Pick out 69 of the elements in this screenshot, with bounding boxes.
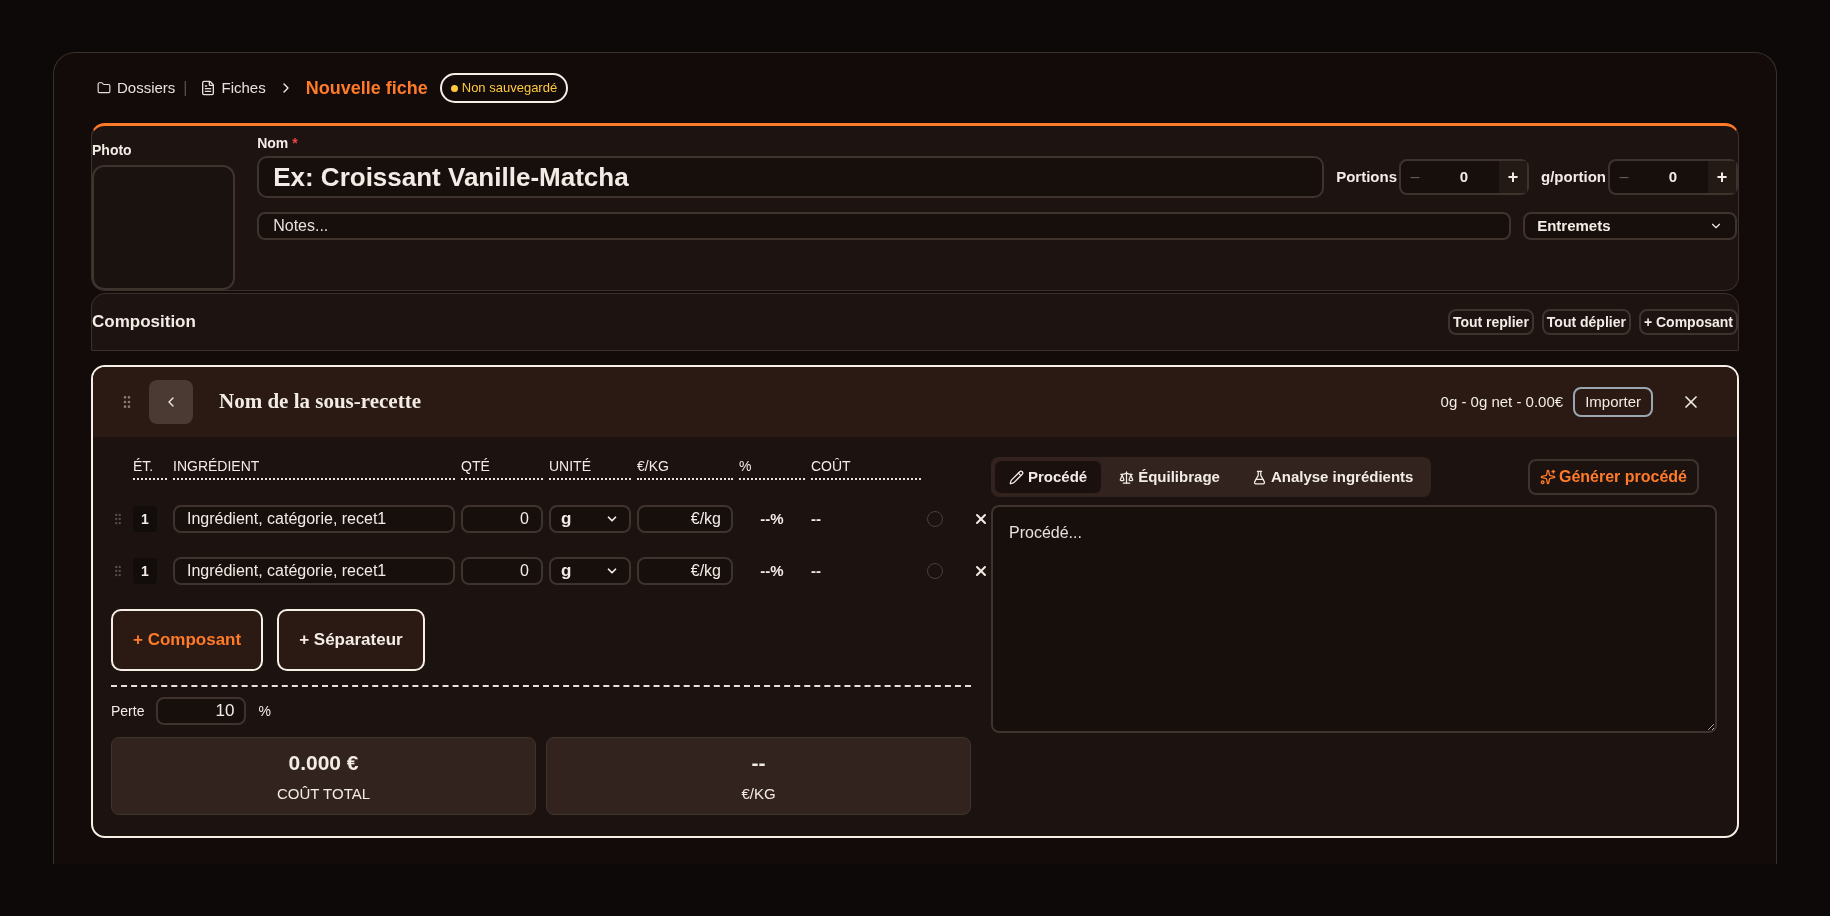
required-mark: *	[292, 133, 298, 153]
section-title: Composition	[92, 311, 196, 334]
add-button[interactable]: + Séparateur	[277, 609, 425, 671]
field-label: Photo	[92, 141, 133, 160]
tab[interactable]: Équilibrage	[1105, 461, 1234, 493]
column-header: %	[739, 456, 805, 480]
ingredient-field[interactable]: Ingrédient, catégorie, recet1	[173, 505, 455, 533]
total-label: COÛT TOTAL	[276, 783, 371, 804]
procedure-field[interactable]: Procédé...	[991, 505, 1717, 733]
price-field[interactable]: €/kg	[637, 505, 733, 533]
tab[interactable]: Analyse ingrédients	[1237, 461, 1428, 493]
unit-select[interactable]: g	[549, 505, 631, 533]
toolbar-button[interactable]: Tout replier	[1447, 309, 1534, 335]
field-label: Portions	[1336, 166, 1397, 187]
cost-value: --	[811, 508, 822, 529]
column-header: €/KG	[637, 456, 733, 480]
column-header: UNITÉ	[549, 456, 631, 480]
generate-button[interactable]: Générer procédé	[1527, 459, 1699, 495]
percent-value: --%	[759, 508, 785, 529]
sparkle-icon	[1539, 469, 1556, 485]
column-header: COÛT	[811, 456, 921, 480]
total-value: --	[751, 750, 766, 776]
column-header: QTÉ	[461, 456, 543, 480]
field-label: g/portion	[1541, 166, 1606, 187]
field-label: Perte	[111, 701, 145, 721]
photo-dropzone[interactable]	[92, 165, 236, 290]
percent-value: --%	[759, 560, 785, 581]
page-title: Nouvelle fiche	[305, 76, 428, 100]
increment-button[interactable]: +	[1708, 161, 1736, 193]
stepper-value[interactable]: 0	[1429, 161, 1499, 193]
flask-icon	[1251, 469, 1267, 485]
breadcrumb-separator: |	[183, 78, 188, 98]
step-number: 1	[133, 558, 157, 584]
quantity-field[interactable]: 0	[461, 505, 543, 533]
remove-icon[interactable]	[973, 511, 989, 527]
tab[interactable]: Procédé	[995, 461, 1102, 493]
scale-icon	[1119, 469, 1135, 485]
notes-field[interactable]: Notes...	[257, 212, 1512, 240]
cost-value: --	[811, 560, 822, 581]
breadcrumb-link[interactable]: Fiches	[199, 76, 266, 100]
step-number: 1	[133, 506, 157, 532]
name-field[interactable]: Ex: Croissant Vanille-Matcha	[257, 156, 1325, 198]
total-label: €/KG	[741, 783, 776, 804]
status-badge: Non sauvegardé	[439, 73, 569, 103]
category-select[interactable]: Entremets	[1523, 212, 1738, 240]
toolbar-button[interactable]: Tout déplier	[1541, 309, 1631, 335]
increment-button[interactable]: +	[1499, 161, 1527, 193]
field-label: Nom	[257, 133, 289, 153]
folder-icon	[97, 81, 111, 95]
ingredient-field[interactable]: Ingrédient, catégorie, recet1	[173, 557, 455, 585]
import-button[interactable]: Importer	[1573, 387, 1653, 417]
unit-label: %	[258, 701, 271, 721]
add-button[interactable]: + Composant	[111, 609, 264, 671]
loss-field[interactable]: 10	[156, 697, 247, 725]
subrecipe-summary: 0g - 0g net - 0.00€	[1440, 391, 1564, 412]
stepper-value[interactable]: 0	[1638, 161, 1708, 193]
quantity-field[interactable]: 0	[461, 557, 543, 585]
total-value: 0.000 €	[288, 750, 359, 776]
remove-icon[interactable]	[973, 563, 989, 579]
unit-select[interactable]: g	[549, 557, 631, 585]
column-header: ÉT.	[133, 456, 167, 480]
pencil-icon	[1009, 469, 1024, 485]
toolbar-button[interactable]: + Composant	[1638, 309, 1738, 335]
breadcrumb-link[interactable]: Dossiers	[97, 76, 176, 100]
document-icon	[199, 80, 216, 96]
price-field[interactable]: €/kg	[637, 557, 733, 585]
subrecipe-title[interactable]: Nom de la sous-recette	[219, 386, 421, 418]
back-button[interactable]	[149, 380, 193, 424]
column-header: INGRÉDIENT	[173, 456, 455, 480]
